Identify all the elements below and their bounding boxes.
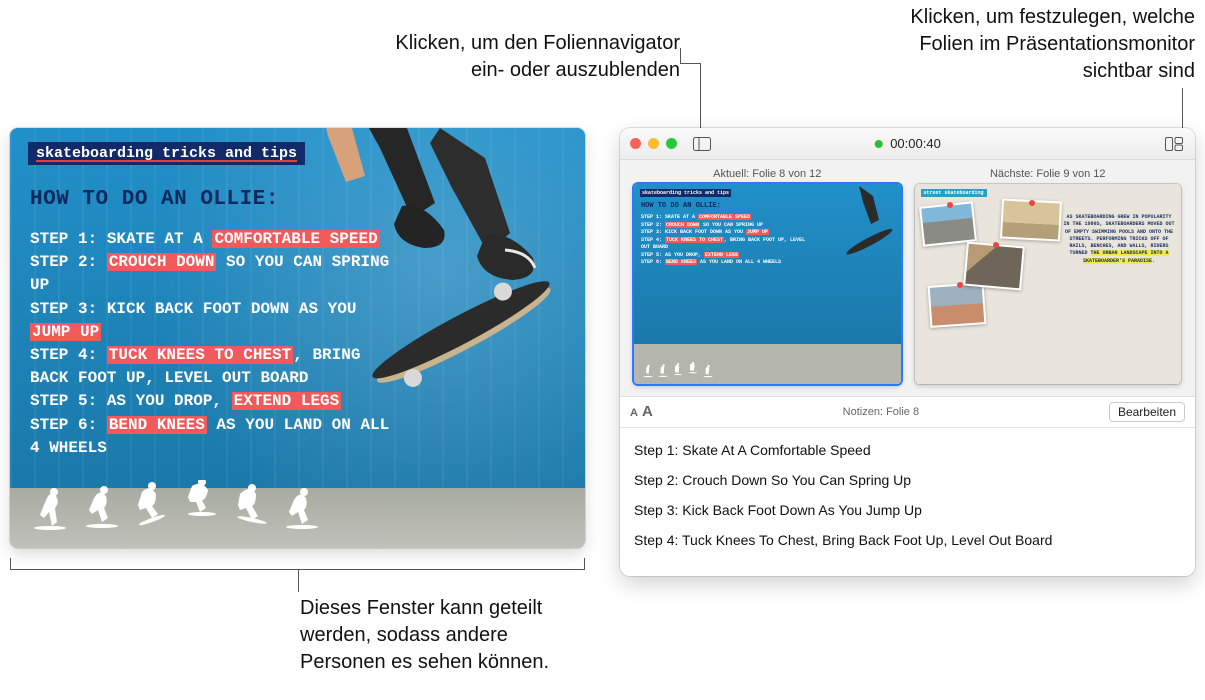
next-slide-tag: street skateboarding	[921, 189, 987, 197]
presenter-notes-pane: A A Notizen: Folie 8 Bearbeiten Step 1: …	[620, 397, 1195, 576]
mini-title: HOW TO DO AN OLLIE:	[641, 202, 721, 210]
step-2: STEP 2: CROUCH DOWN SO YOU CAN SPRING UP	[30, 251, 390, 297]
timer-value: 00:00:40	[890, 136, 941, 151]
next-text-highlight: THE URBAN LANDSCAPE INTO A SKATEBOARDER'…	[1083, 250, 1169, 263]
callout-layout: Klicken, um festzulegen, welcheFolien im…	[755, 4, 1195, 85]
ollie-sequence-silhouettes	[32, 470, 332, 530]
titlebar: 00:00:40	[620, 128, 1195, 160]
step-1: STEP 1: SKATE AT A COMFORTABLE SPEED	[30, 228, 390, 251]
toggle-navigator-button[interactable]	[691, 135, 713, 153]
sidebar-icon	[693, 137, 711, 151]
mini-tag: skateboarding tricks and tips	[640, 189, 731, 197]
configure-layout-button[interactable]	[1163, 135, 1185, 153]
step-5: STEP 5: AS YOU DROP, EXTEND LEGS	[30, 390, 390, 413]
callout-navigator: Klicken, um den Foliennavigatorein- oder…	[280, 30, 680, 84]
step-highlight: JUMP UP	[30, 323, 101, 341]
edit-notes-button[interactable]: Bearbeiten	[1109, 402, 1185, 422]
presentation-timer: 00:00:40	[874, 136, 941, 151]
font-larger-icon: A	[642, 403, 653, 420]
callout-share: Dieses Fenster kann geteiltwerden, sodas…	[300, 595, 660, 676]
layout-panels-icon	[1165, 137, 1183, 151]
note-line: Step 4: Tuck Knees To Chest, Bring Back …	[634, 532, 1181, 548]
timer-status-dot	[874, 140, 882, 148]
mini-skater	[823, 184, 901, 264]
step-highlight: BEND KNEES	[107, 416, 207, 434]
slide-previews: Aktuell: Folie 8 von 12 skateboarding tr…	[620, 160, 1195, 397]
next-slide-label: Nächste: Folie 9 von 12	[915, 168, 1182, 180]
callout-line	[680, 48, 681, 63]
step-prefix: STEP 3:	[30, 300, 107, 318]
step-highlight: TUCK KNEES TO CHEST	[107, 346, 293, 364]
current-slide-column: Aktuell: Folie 8 von 12 skateboarding tr…	[634, 168, 901, 384]
step-highlight: EXTEND LEGS	[232, 392, 342, 410]
notes-body[interactable]: Step 1: Skate At A Comfortable Speed Ste…	[620, 428, 1195, 576]
step-text: KICK BACK FOOT DOWN AS YOU	[107, 300, 357, 318]
step-prefix: STEP 5:	[30, 392, 107, 410]
note-line: Step 1: Skate At A Comfortable Speed	[634, 442, 1181, 458]
slide-title: HOW TO DO AN OLLIE:	[30, 188, 279, 211]
presenter-display-window: 00:00:40 Aktuell: Folie 8 von 12 skatebo…	[620, 128, 1195, 576]
font-smaller-icon: A	[630, 407, 638, 419]
step-3: STEP 3: KICK BACK FOOT DOWN AS YOU JUMP …	[30, 298, 390, 344]
callout-line	[1182, 88, 1183, 133]
step-text: SKATE AT A	[107, 230, 213, 248]
next-slide-body: AS SKATEBOARDING GREW IN POPULARITY IN T…	[1063, 214, 1175, 265]
fullscreen-button[interactable]	[666, 138, 677, 149]
slide-steps: STEP 1: SKATE AT A COMFORTABLE SPEED STE…	[30, 228, 390, 460]
step-highlight: CROUCH DOWN	[107, 253, 217, 271]
mini-steps: STEP 1: SKATE AT A COMFORTABLE SPEED STE…	[641, 214, 806, 267]
callout-line	[680, 63, 700, 64]
font-size-control[interactable]: A A	[630, 403, 653, 420]
step-4: STEP 4: TUCK KNEES TO CHEST, BRING BACK …	[30, 344, 390, 390]
callout-line	[700, 63, 701, 133]
next-slide-thumbnail[interactable]: street skateboarding	[915, 184, 1182, 384]
note-line: Step 2: Crouch Down So You Can Spring Up	[634, 472, 1181, 488]
slide-tag: skateboarding tricks and tips	[28, 142, 305, 165]
minimize-button[interactable]	[648, 138, 659, 149]
notes-toolbar: A A Notizen: Folie 8 Bearbeiten	[620, 397, 1195, 428]
close-button[interactable]	[630, 138, 641, 149]
bracket-stem	[298, 570, 299, 592]
step-prefix: STEP 4:	[30, 346, 107, 364]
next-text-b: .	[1152, 258, 1155, 264]
step-prefix: STEP 6:	[30, 416, 107, 434]
note-line: Step 3: Kick Back Foot Down As You Jump …	[634, 502, 1181, 518]
current-slide-label: Aktuell: Folie 8 von 12	[634, 168, 901, 180]
next-slide-column: Nächste: Folie 9 von 12 street skateboar…	[915, 168, 1182, 384]
window-controls	[630, 138, 677, 149]
step-6: STEP 6: BEND KNEES AS YOU LAND ON ALL 4 …	[30, 414, 390, 460]
step-prefix: STEP 1:	[30, 230, 107, 248]
step-text: AS YOU DROP,	[107, 392, 232, 410]
step-highlight: COMFORTABLE SPEED	[212, 230, 379, 248]
shared-presentation-window: skateboarding tricks and tips HOW TO DO …	[10, 128, 585, 548]
share-window-bracket	[10, 558, 585, 570]
step-prefix: STEP 2:	[30, 253, 107, 271]
current-slide-thumbnail[interactable]: skateboarding tricks and tips HOW TO DO …	[634, 184, 901, 384]
notes-title: Notizen: Folie 8	[663, 406, 1099, 418]
